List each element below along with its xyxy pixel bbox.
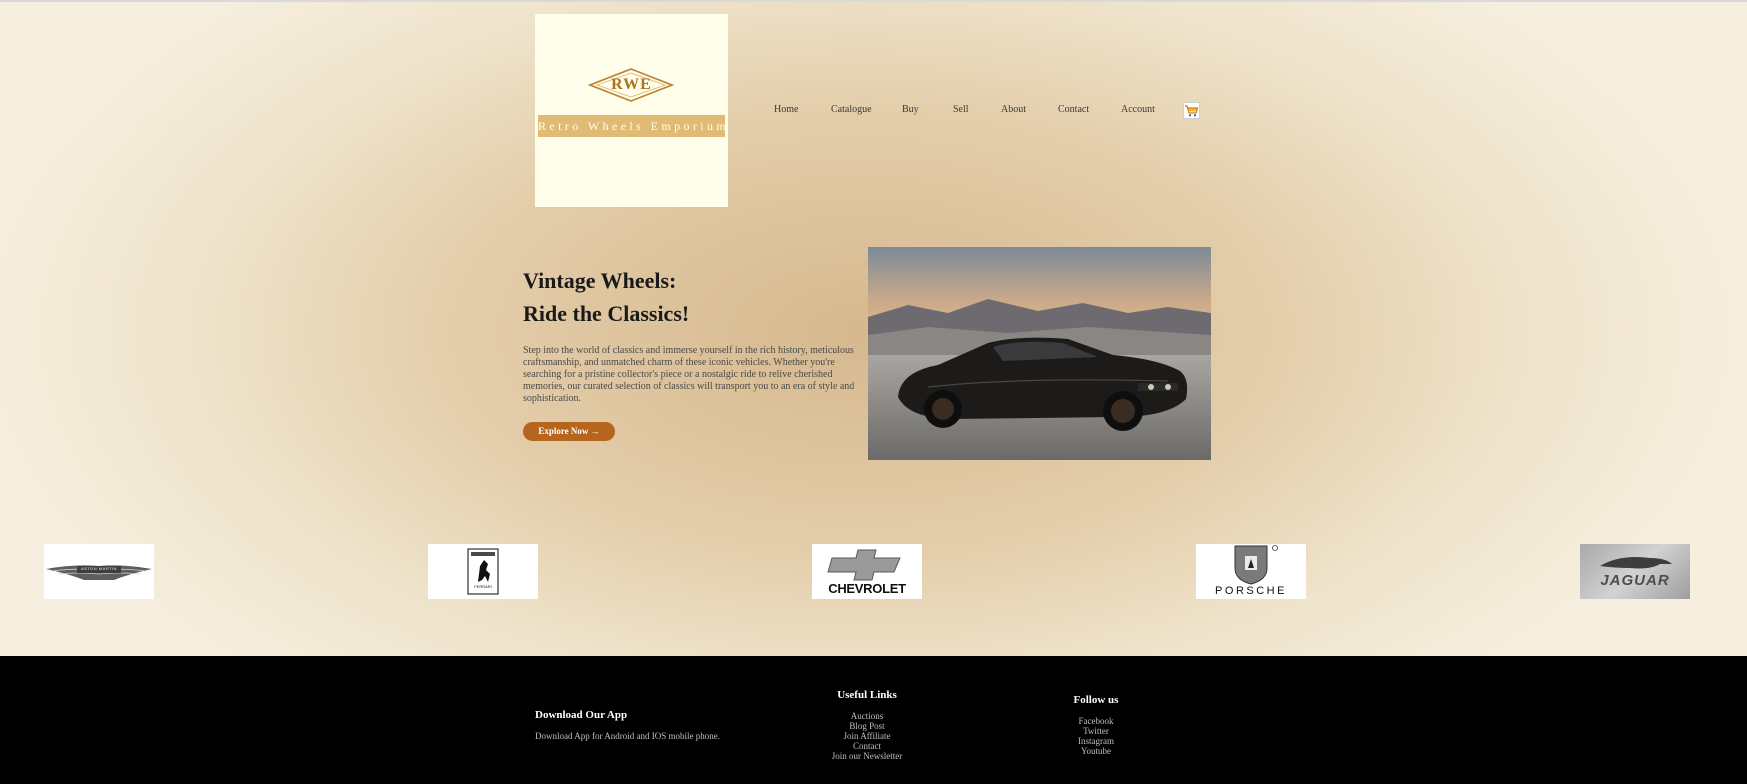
nav-account[interactable]: Account bbox=[1121, 104, 1155, 115]
footer-social-youtube[interactable]: Youtube bbox=[1026, 746, 1166, 756]
nav-sell[interactable]: Sell bbox=[953, 104, 969, 115]
brand-logo-chevrolet[interactable]: CHEVROLET bbox=[812, 544, 922, 599]
aston-martin-wings-icon bbox=[46, 565, 152, 580]
hero-car-image bbox=[868, 247, 1211, 460]
logo-monogram: RWE bbox=[611, 76, 652, 93]
explore-now-button[interactable]: Explore Now → bbox=[523, 422, 615, 441]
chevrolet-label: CHEVROLET bbox=[828, 581, 906, 596]
footer-social-list: Facebook Twitter Instagram Youtube bbox=[1026, 716, 1166, 756]
hero-description: Step into the world of classics and imme… bbox=[523, 345, 855, 404]
footer-link-join-affiliate[interactable]: Join Affiliate bbox=[797, 731, 937, 741]
brand-logo-ferrari[interactable]: FERRARI bbox=[428, 544, 538, 599]
logo-brand-name: Retro Wheels Emporium bbox=[538, 115, 725, 137]
footer-social-twitter[interactable]: Twitter bbox=[1026, 726, 1166, 736]
ferrari-shield-icon bbox=[467, 548, 499, 595]
ferrari-label: FERRARI bbox=[474, 584, 492, 589]
site-footer: Download Our App Download App for Androi… bbox=[0, 656, 1747, 784]
jaguar-label: JAGUAR bbox=[1600, 572, 1670, 589]
brand-logo-jaguar[interactable]: JAGUAR bbox=[1580, 544, 1690, 599]
nav-home[interactable]: Home bbox=[774, 104, 798, 115]
nav-contact[interactable]: Contact bbox=[1058, 104, 1089, 115]
footer-social-facebook[interactable]: Facebook bbox=[1026, 716, 1166, 726]
nav-about[interactable]: About bbox=[1001, 104, 1026, 115]
hero-title-line1: Vintage Wheels: bbox=[523, 268, 677, 293]
footer-link-newsletter[interactable]: Join our Newsletter bbox=[797, 751, 937, 761]
footer-links-list: Auctions Blog Post Join Affiliate Contac… bbox=[797, 711, 937, 761]
footer-links-title: Useful Links bbox=[837, 689, 897, 701]
footer-social-instagram[interactable]: Instagram bbox=[1026, 736, 1166, 746]
porsche-label: PORSCHE bbox=[1215, 585, 1287, 597]
footer-link-auctions[interactable]: Auctions bbox=[797, 711, 937, 721]
nav-buy[interactable]: Buy bbox=[902, 104, 919, 115]
shopping-cart-icon[interactable] bbox=[1183, 102, 1200, 119]
footer-follow-title: Follow us bbox=[1073, 694, 1119, 706]
aston-martin-label: ASTON MARTIN bbox=[80, 566, 118, 571]
footer-link-blog-post[interactable]: Blog Post bbox=[797, 721, 937, 731]
footer-link-contact[interactable]: Contact bbox=[797, 741, 937, 751]
hero-title-line2: Ride the Classics! bbox=[523, 301, 690, 326]
footer-app-title: Download Our App bbox=[535, 709, 628, 721]
nav-catalogue[interactable]: Catalogue bbox=[831, 104, 872, 115]
brand-logo-aston-martin[interactable]: ASTON MARTIN bbox=[44, 544, 154, 599]
site-logo[interactable]: RWE Retro Wheels Emporium bbox=[535, 14, 728, 207]
footer-app-text: Download App for Android and IOS mobile … bbox=[535, 731, 720, 741]
brand-logo-porsche[interactable]: PORSCHE bbox=[1196, 544, 1306, 599]
